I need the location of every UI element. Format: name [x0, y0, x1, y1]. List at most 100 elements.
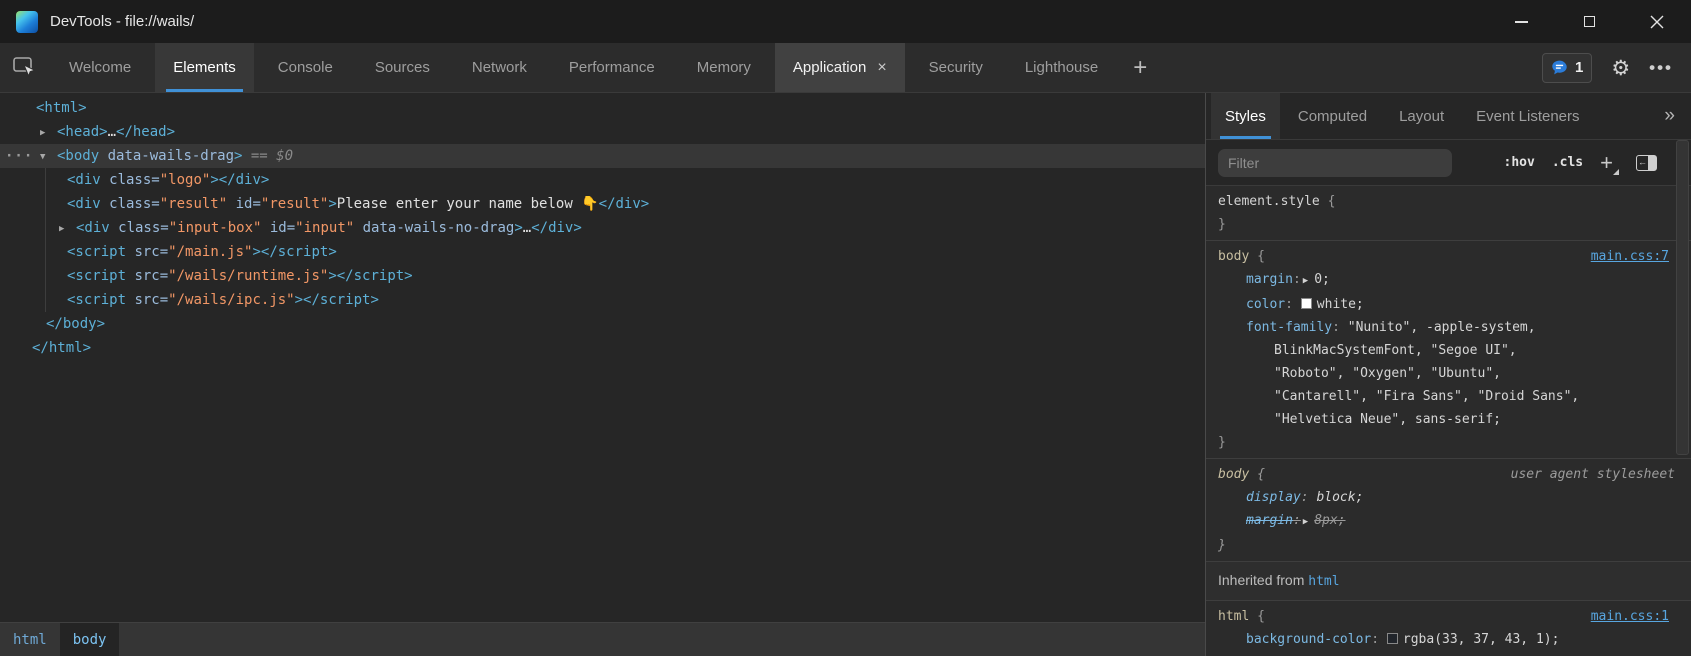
property-colon: : [1301, 490, 1309, 505]
property-colon: : [1332, 320, 1340, 335]
tree-row[interactable]: <script src="/wails/runtime.js"></script… [0, 264, 1205, 288]
color-swatch[interactable] [1387, 633, 1398, 644]
property-name: color [1246, 297, 1285, 312]
tab-security[interactable]: Security [911, 43, 1001, 92]
css-property[interactable]: display: block; [1218, 486, 1679, 509]
rule-header: main.css:7body { [1218, 245, 1679, 268]
css-property[interactable]: margin:▶8px; [1218, 509, 1679, 534]
more-options-button[interactable]: ••• [1649, 58, 1673, 78]
tab-memory[interactable]: Memory [679, 43, 769, 92]
window-title: DevTools - file://wails/ [50, 13, 194, 30]
tab-sources[interactable]: Sources [357, 43, 448, 92]
property-value: rgba(33, 37, 43, 1); [1403, 632, 1560, 647]
collapse-arrow-icon[interactable]: ▼ [40, 145, 45, 169]
code-token: <script [67, 244, 126, 260]
inspect-element-button[interactable] [0, 43, 48, 92]
styles-filter-input[interactable] [1218, 149, 1452, 177]
crumb-body[interactable]: body [60, 623, 120, 656]
code-token: "input-box" [169, 220, 262, 236]
tree-row[interactable]: </body> [0, 312, 1205, 336]
property-colon: : [1285, 297, 1293, 312]
tree-row[interactable]: <script src="/main.js"></script> [0, 240, 1205, 264]
tree-row[interactable]: <html> [0, 96, 1205, 120]
rule-header: main.css:1html { [1218, 605, 1679, 628]
toggle-pseudo-state-button[interactable]: :hov [1504, 155, 1535, 170]
tab-label: Security [929, 59, 983, 76]
css-rule: main.css:1html {background-color: rgba(3… [1206, 601, 1691, 656]
tree-row[interactable]: ▶<div class="input-box" id="input" data-… [0, 216, 1205, 240]
rule-footer: } [1218, 431, 1679, 454]
space [1379, 632, 1387, 647]
code-token: Please enter your name below [337, 196, 581, 212]
css-selector[interactable]: body [1218, 467, 1249, 482]
sidebar-tab-layout[interactable]: Layout [1385, 93, 1458, 139]
title-bar: DevTools - file://wails/ [0, 0, 1691, 43]
window-maximize-button[interactable] [1555, 0, 1623, 43]
code-token: … [108, 124, 116, 140]
tree-row[interactable]: <div class="result" id="result">Please e… [0, 192, 1205, 216]
stylesheet-link[interactable]: main.css:7 [1591, 245, 1669, 268]
inherited-element-link[interactable]: html [1308, 574, 1339, 589]
feedback-button[interactable]: 1 [1542, 53, 1592, 83]
styles-sidebar: StylesComputed Layout Event Listeners » :ho… [1205, 93, 1691, 656]
code-token: <div [67, 172, 101, 188]
expand-arrow-icon[interactable]: ▶ [59, 217, 64, 241]
inherited-from-header: Inherited from html [1206, 562, 1691, 601]
tab-network[interactable]: Network [454, 43, 545, 92]
expand-value-icon[interactable]: ▶ [1303, 276, 1308, 286]
new-style-rule-button[interactable]: + [1600, 152, 1619, 174]
overflow-tabs-button[interactable]: » [1664, 93, 1691, 139]
crumb-html[interactable]: html [0, 623, 60, 656]
css-selector[interactable]: html [1218, 609, 1249, 624]
color-swatch[interactable] [1301, 298, 1312, 309]
close-icon [1650, 15, 1664, 29]
property-colon: : [1293, 513, 1301, 528]
tab-console[interactable]: Console [260, 43, 351, 92]
rule-header: user agent stylesheetbody { [1218, 463, 1679, 486]
css-property[interactable]: font-family: "Nunito", -apple-system, [1218, 316, 1679, 339]
code-token: </html> [32, 340, 91, 356]
sidebar-tab-event-listeners[interactable]: Event Listeners [1462, 93, 1593, 139]
tab-label: Elements [173, 59, 236, 76]
close-tab-icon[interactable]: × [877, 60, 886, 76]
tree-row[interactable]: <script src="/wails/ipc.js"></script> [0, 288, 1205, 312]
tree-row[interactable]: </html> [0, 336, 1205, 360]
settings-gear-icon[interactable]: ⚙ [1611, 56, 1630, 80]
stylesheet-link[interactable]: main.css:1 [1591, 605, 1669, 628]
tab-lighthouse[interactable]: Lighthouse [1007, 43, 1116, 92]
close-brace: } [1218, 435, 1226, 450]
window-minimize-button[interactable] [1487, 0, 1555, 43]
css-selector[interactable]: element.style [1218, 194, 1320, 209]
property-value-wrap: BlinkMacSystemFont, "Segoe UI", [1218, 339, 1679, 362]
code-token: "result" [160, 196, 227, 212]
css-property[interactable]: background-color: rgba(33, 37, 43, 1); [1218, 628, 1679, 651]
row-menu-dots[interactable]: ··· [5, 144, 33, 168]
tab-application[interactable]: Application× [775, 43, 905, 92]
tab-elements[interactable]: Elements [155, 43, 254, 92]
expand-value-icon[interactable]: ▶ [1303, 517, 1308, 527]
elements-panel: <html>▶<head>…</head>···▼<body data-wail… [0, 93, 1205, 656]
window-close-button[interactable] [1623, 0, 1691, 43]
styles-scrollbar-thumb[interactable] [1676, 140, 1689, 455]
sidebar-tab-label: Layout [1399, 108, 1444, 125]
code-token: </div> [531, 220, 582, 236]
property-name: display [1246, 490, 1301, 505]
tab-performance[interactable]: Performance [551, 43, 673, 92]
css-property[interactable]: color: white; [1218, 293, 1679, 316]
css-property[interactable]: margin:▶0; [1218, 268, 1679, 293]
tab-label: Lighthouse [1025, 59, 1098, 76]
sidebar-tab-styles[interactable]: Styles [1211, 93, 1280, 139]
expand-arrow-icon[interactable]: ▶ [40, 121, 45, 145]
code-token: "/wails/ipc.js" [168, 292, 294, 308]
toggle-sidebar-pane-icon[interactable]: ← [1636, 155, 1657, 171]
tree-row[interactable]: ···▼<body data-wails-drag> == $0 [0, 144, 1205, 168]
tree-row[interactable]: <div class="logo"></div> [0, 168, 1205, 192]
tree-row[interactable]: ▶<head>…</head> [0, 120, 1205, 144]
css-rule: element.style {} [1206, 186, 1691, 241]
tab-welcome[interactable]: Welcome [51, 43, 149, 92]
code-token: <div [76, 220, 110, 236]
new-tab-button[interactable]: + [1119, 43, 1161, 92]
sidebar-tab-computed[interactable]: Computed [1284, 93, 1381, 139]
css-selector[interactable]: body [1218, 249, 1249, 264]
toggle-element-classes-button[interactable]: .cls [1552, 155, 1583, 170]
